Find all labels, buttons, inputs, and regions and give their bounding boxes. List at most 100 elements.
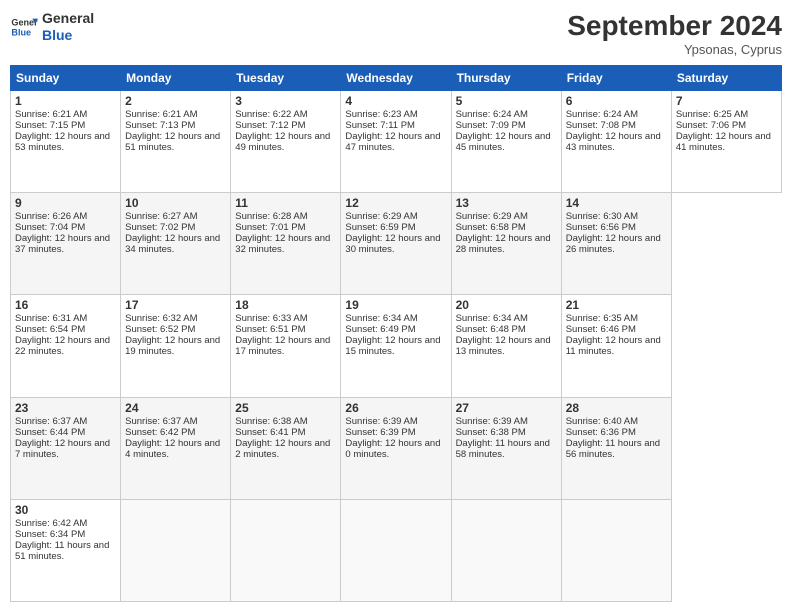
day-number: 9 [15,196,116,210]
calendar-cell: 30 Sunrise: 6:42 AM Sunset: 6:34 PM Dayl… [11,499,121,601]
sunset: Sunset: 6:42 PM [125,427,195,438]
day-number: 27 [456,401,557,415]
calendar-cell: 13 Sunrise: 6:29 AM Sunset: 6:58 PM Dayl… [451,193,561,295]
sunset: Sunset: 6:34 PM [15,529,85,540]
calendar-cell: 7 Sunrise: 6:25 AM Sunset: 7:06 PM Dayli… [671,91,781,193]
calendar-cell: 6 Sunrise: 6:24 AM Sunset: 7:08 PM Dayli… [561,91,671,193]
sunset: Sunset: 6:54 PM [15,324,85,335]
sunrise: Sunrise: 6:21 AM [125,109,197,120]
logo-icon: General Blue [10,13,38,41]
day-number: 2 [125,94,226,108]
daylight-label: Daylight: 12 hours and 51 minutes. [125,131,220,153]
day-number: 17 [125,298,226,312]
logo-text: General Blue [42,10,94,44]
day-number: 12 [345,196,446,210]
daylight-label: Daylight: 12 hours and 19 minutes. [125,335,220,357]
daylight-label: Daylight: 12 hours and 49 minutes. [235,131,330,153]
daylight-label: Daylight: 12 hours and 26 minutes. [566,233,661,255]
sunset: Sunset: 7:15 PM [15,120,85,131]
logo-blue: Blue [42,27,94,44]
sunset: Sunset: 6:44 PM [15,427,85,438]
calendar-cell: 20 Sunrise: 6:34 AM Sunset: 6:48 PM Dayl… [451,295,561,397]
sunset: Sunset: 6:58 PM [456,222,526,233]
calendar-cell: 28 Sunrise: 6:40 AM Sunset: 6:36 PM Dayl… [561,397,671,499]
sunrise: Sunrise: 6:22 AM [235,109,307,120]
sunset: Sunset: 7:02 PM [125,222,195,233]
svg-text:Blue: Blue [11,27,31,37]
daylight-label: Daylight: 12 hours and 7 minutes. [15,438,110,460]
sunrise: Sunrise: 6:35 AM [566,313,638,324]
calendar-cell: 10 Sunrise: 6:27 AM Sunset: 7:02 PM Dayl… [121,193,231,295]
sunrise: Sunrise: 6:28 AM [235,211,307,222]
day-number: 14 [566,196,667,210]
day-number: 6 [566,94,667,108]
calendar-table: SundayMondayTuesdayWednesdayThursdayFrid… [10,65,782,602]
day-header-sunday: Sunday [11,66,121,91]
sunrise: Sunrise: 6:24 AM [566,109,638,120]
sunset: Sunset: 6:39 PM [345,427,415,438]
day-header-wednesday: Wednesday [341,66,451,91]
calendar-week-5: 30 Sunrise: 6:42 AM Sunset: 6:34 PM Dayl… [11,499,782,601]
calendar-header-row: SundayMondayTuesdayWednesdayThursdayFrid… [11,66,782,91]
sunrise: Sunrise: 6:23 AM [345,109,417,120]
day-number: 3 [235,94,336,108]
daylight-label: Daylight: 11 hours and 58 minutes. [456,438,550,460]
calendar-cell: 1 Sunrise: 6:21 AM Sunset: 7:15 PM Dayli… [11,91,121,193]
day-header-monday: Monday [121,66,231,91]
day-number: 26 [345,401,446,415]
calendar-cell: 9 Sunrise: 6:26 AM Sunset: 7:04 PM Dayli… [11,193,121,295]
calendar-cell: 24 Sunrise: 6:37 AM Sunset: 6:42 PM Dayl… [121,397,231,499]
sunrise: Sunrise: 6:29 AM [345,211,417,222]
sunrise: Sunrise: 6:39 AM [345,416,417,427]
sunrise: Sunrise: 6:24 AM [456,109,528,120]
calendar-cell: 16 Sunrise: 6:31 AM Sunset: 6:54 PM Dayl… [11,295,121,397]
day-number: 1 [15,94,116,108]
logo-general: General [42,10,94,27]
sunset: Sunset: 6:41 PM [235,427,305,438]
sunrise: Sunrise: 6:42 AM [15,518,87,529]
sunrise: Sunrise: 6:29 AM [456,211,528,222]
sunrise: Sunrise: 6:30 AM [566,211,638,222]
location: Ypsonas, Cyprus [567,42,782,57]
sunset: Sunset: 6:36 PM [566,427,636,438]
sunset: Sunset: 6:51 PM [235,324,305,335]
day-number: 18 [235,298,336,312]
daylight-label: Daylight: 12 hours and 22 minutes. [15,335,110,357]
day-header-thursday: Thursday [451,66,561,91]
calendar-week-2: 9 Sunrise: 6:26 AM Sunset: 7:04 PM Dayli… [11,193,782,295]
calendar-cell: 14 Sunrise: 6:30 AM Sunset: 6:56 PM Dayl… [561,193,671,295]
daylight-label: Daylight: 12 hours and 34 minutes. [125,233,220,255]
day-header-friday: Friday [561,66,671,91]
daylight-label: Daylight: 12 hours and 4 minutes. [125,438,220,460]
title-block: September 2024 Ypsonas, Cyprus [567,10,782,57]
logo: General Blue General Blue [10,10,94,44]
calendar-cell [231,499,341,601]
sunset: Sunset: 6:48 PM [456,324,526,335]
day-number: 20 [456,298,557,312]
calendar-week-3: 16 Sunrise: 6:31 AM Sunset: 6:54 PM Dayl… [11,295,782,397]
sunrise: Sunrise: 6:21 AM [15,109,87,120]
sunset: Sunset: 7:01 PM [235,222,305,233]
day-number: 11 [235,196,336,210]
sunrise: Sunrise: 6:32 AM [125,313,197,324]
calendar-cell: 23 Sunrise: 6:37 AM Sunset: 6:44 PM Dayl… [11,397,121,499]
daylight-label: Daylight: 12 hours and 11 minutes. [566,335,661,357]
sunset: Sunset: 7:11 PM [345,120,415,131]
header: General Blue General Blue September 2024… [10,10,782,57]
daylight-label: Daylight: 12 hours and 53 minutes. [15,131,110,153]
calendar-cell: 17 Sunrise: 6:32 AM Sunset: 6:52 PM Dayl… [121,295,231,397]
day-number: 25 [235,401,336,415]
sunrise: Sunrise: 6:37 AM [15,416,87,427]
day-number: 24 [125,401,226,415]
sunset: Sunset: 7:04 PM [15,222,85,233]
calendar-cell: 4 Sunrise: 6:23 AM Sunset: 7:11 PM Dayli… [341,91,451,193]
day-number: 21 [566,298,667,312]
day-number: 28 [566,401,667,415]
daylight-label: Daylight: 12 hours and 30 minutes. [345,233,440,255]
daylight-label: Daylight: 11 hours and 56 minutes. [566,438,660,460]
daylight-label: Daylight: 12 hours and 15 minutes. [345,335,440,357]
sunset: Sunset: 7:09 PM [456,120,526,131]
sunset: Sunset: 6:38 PM [456,427,526,438]
day-number: 23 [15,401,116,415]
sunset: Sunset: 7:13 PM [125,120,195,131]
